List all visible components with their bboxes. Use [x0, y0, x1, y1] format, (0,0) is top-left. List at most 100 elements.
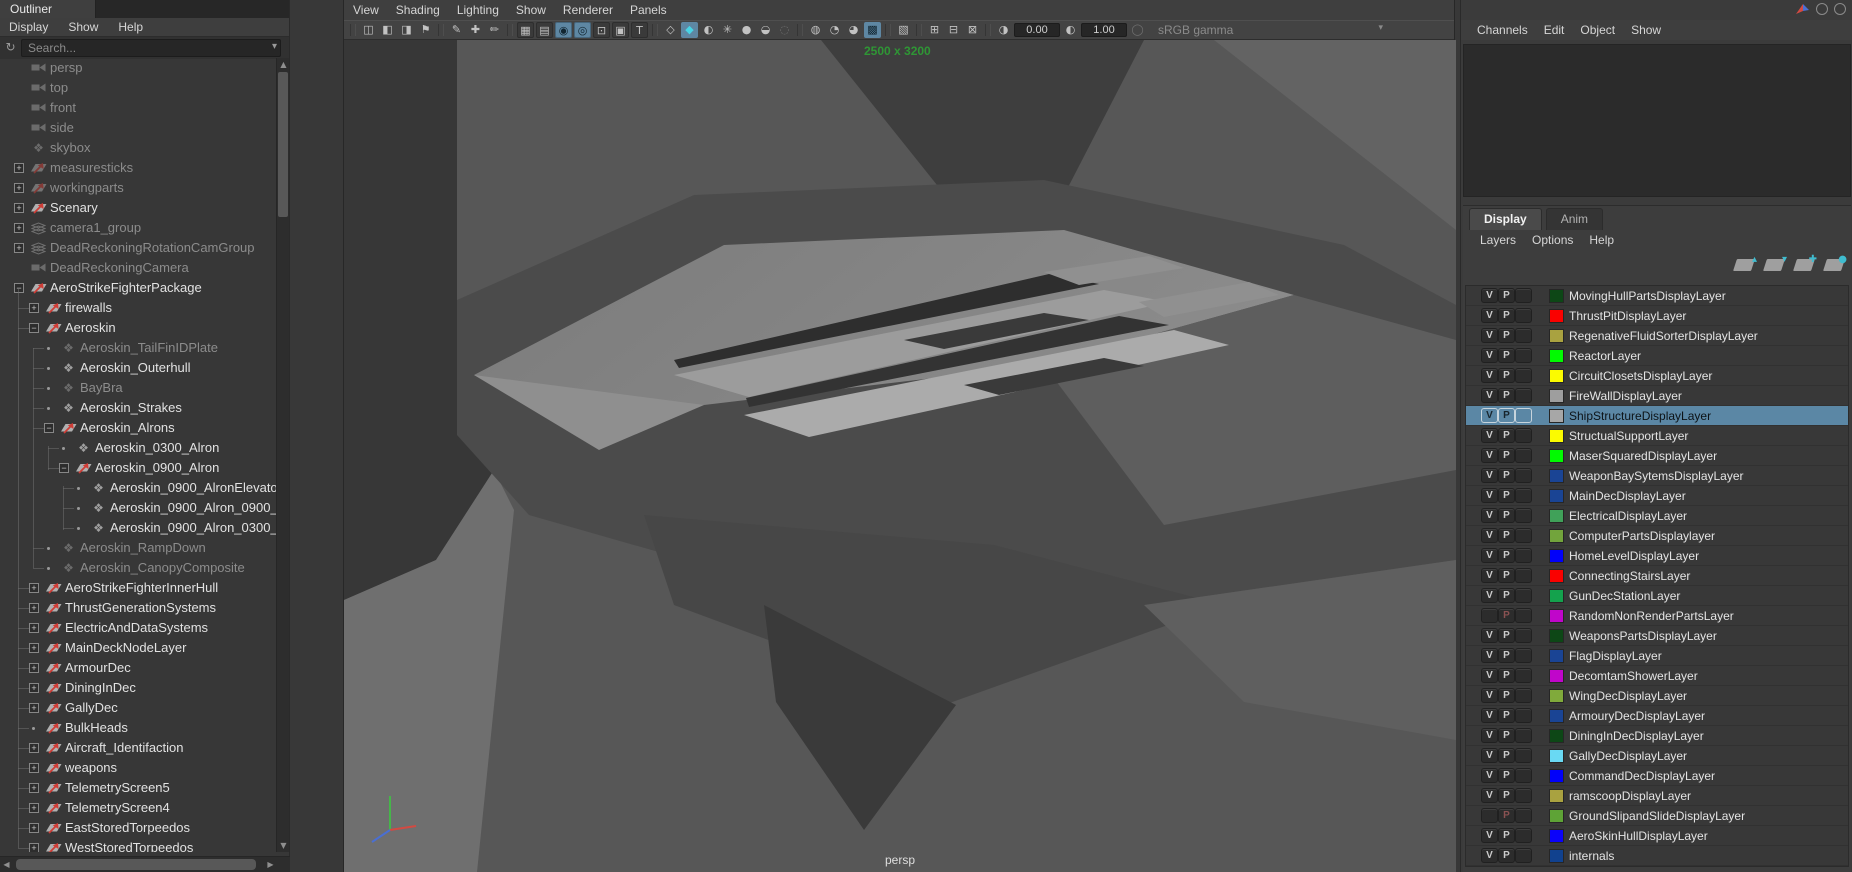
outliner-node-TelemetryScreen4[interactable]: +TelemetryScreen4: [0, 798, 276, 818]
exposure-icon[interactable]: ◑: [995, 22, 1012, 38]
scroll-right-icon[interactable]: ▶: [264, 858, 277, 871]
layers-menu-help[interactable]: Help: [1589, 233, 1614, 247]
layer-visibility-toggle[interactable]: V: [1481, 508, 1498, 523]
outliner-node-Scenary[interactable]: +Scenary: [0, 198, 276, 218]
viewport-menu-renderer[interactable]: Renderer: [563, 3, 613, 17]
layer-row-WingDecDisplayLayer[interactable]: VPWingDecDisplayLayer: [1466, 686, 1848, 706]
outliner-node-side[interactable]: side: [0, 118, 276, 138]
outliner-horizontal-scrollbar[interactable]: ◀ ▶: [0, 856, 290, 872]
layer-row-RegenativeFluidSorterDisplayLayer[interactable]: VPRegenativeFluidSorterDisplayLayer: [1466, 326, 1848, 346]
layer-playback-toggle[interactable]: P: [1498, 588, 1515, 603]
layer-display-type-toggle[interactable]: [1515, 508, 1532, 523]
shadows-icon[interactable]: ●: [738, 22, 755, 38]
outliner-tab[interactable]: Outliner: [0, 0, 96, 18]
layer-color-swatch[interactable]: [1549, 729, 1564, 743]
layer-visibility-toggle[interactable]: V: [1481, 788, 1498, 803]
layer-playback-toggle[interactable]: P: [1498, 648, 1515, 663]
sequence-icon[interactable]: ⊟: [945, 22, 962, 38]
expand-icon[interactable]: +: [29, 303, 39, 313]
layer-color-swatch[interactable]: [1549, 749, 1564, 763]
safe-action-icon[interactable]: ▣: [612, 22, 629, 38]
expand-icon[interactable]: +: [29, 743, 39, 753]
layer-row-StructualSupportLayer[interactable]: VPStructualSupportLayer: [1466, 426, 1848, 446]
layer-playback-toggle[interactable]: P: [1498, 788, 1515, 803]
outliner-node-DiningInDec[interactable]: +DiningInDec: [0, 678, 276, 698]
layer-display-type-toggle[interactable]: [1515, 308, 1532, 323]
xray-joints-icon[interactable]: ◔: [826, 22, 843, 38]
camera-lock-icon[interactable]: ◧: [379, 22, 396, 38]
layer-color-swatch[interactable]: [1549, 589, 1564, 603]
layer-playback-toggle[interactable]: P: [1498, 808, 1515, 823]
layer-color-swatch[interactable]: [1549, 849, 1564, 863]
outliner-menu-help[interactable]: Help: [118, 20, 143, 34]
color-management-off-icon[interactable]: ◯: [1129, 22, 1146, 38]
layer-playback-toggle[interactable]: P: [1498, 708, 1515, 723]
expand-icon[interactable]: +: [29, 803, 39, 813]
channelbox-menu-object[interactable]: Object: [1580, 23, 1615, 37]
exposure-field[interactable]: 0.00: [1014, 23, 1060, 37]
layer-row-GroundSlipandSlideDisplayLayer[interactable]: PGroundSlipandSlideDisplayLayer: [1466, 806, 1848, 826]
outliner-node-GallyDec[interactable]: +GallyDec: [0, 698, 276, 718]
layer-visibility-toggle[interactable]: V: [1481, 288, 1498, 303]
outliner-node-Aeroskin_Strakes[interactable]: ❖Aeroskin_Strakes: [0, 398, 276, 418]
layer-row-AeroSkinHullDisplayLayer[interactable]: VPAeroSkinHullDisplayLayer: [1466, 826, 1848, 846]
layer-playback-toggle[interactable]: P: [1498, 848, 1515, 863]
channel-box[interactable]: .....................................: [1463, 44, 1851, 197]
motion-blur-icon[interactable]: ◌: [776, 22, 793, 38]
layer-row-DecomtamShowerLayer[interactable]: VPDecomtamShowerLayer: [1466, 666, 1848, 686]
channelbox-menu-channels[interactable]: Channels: [1477, 23, 1528, 37]
layer-visibility-toggle[interactable]: V: [1481, 768, 1498, 783]
layer-playback-toggle[interactable]: P: [1498, 688, 1515, 703]
outliner-node-Aeroskin_CanopyComposite[interactable]: ❖Aeroskin_CanopyComposite: [0, 558, 276, 578]
layer-visibility-toggle[interactable]: V: [1481, 368, 1498, 383]
expand-icon[interactable]: +: [14, 183, 24, 193]
layer-visibility-toggle[interactable]: V: [1481, 568, 1498, 583]
outliner-node-Aeroskin_TailFinIDPlate[interactable]: ❖Aeroskin_TailFinIDPlate: [0, 338, 276, 358]
layer-display-type-toggle[interactable]: [1515, 568, 1532, 583]
layer-color-swatch[interactable]: [1549, 369, 1564, 383]
layer-display-type-toggle[interactable]: [1515, 428, 1532, 443]
outliner-menu-show[interactable]: Show: [68, 20, 98, 34]
outliner-node-measuresticks[interactable]: +measuresticks: [0, 158, 276, 178]
gate-mask-icon[interactable]: ◎: [574, 22, 591, 38]
layer-row-ComputerPartsDisplaylayer[interactable]: VPComputerPartsDisplaylayer: [1466, 526, 1848, 546]
move-layer-up-icon[interactable]: ▴: [1735, 259, 1753, 271]
layer-playback-toggle[interactable]: P: [1498, 348, 1515, 363]
layer-playback-toggle[interactable]: P: [1498, 488, 1515, 503]
vertical-scroll-thumb[interactable]: [278, 72, 288, 217]
layer-display-type-toggle[interactable]: [1515, 648, 1532, 663]
layer-visibility-toggle[interactable]: V: [1481, 488, 1498, 503]
outliner-node-ArmourDec[interactable]: +ArmourDec: [0, 658, 276, 678]
textured-icon[interactable]: ◐: [700, 22, 717, 38]
expand-icon[interactable]: +: [29, 603, 39, 613]
xray-icon[interactable]: ◍: [807, 22, 824, 38]
layer-row-GallyDecDisplayLayer[interactable]: VPGallyDecDisplayLayer: [1466, 746, 1848, 766]
layer-display-type-toggle[interactable]: [1515, 608, 1532, 623]
tab-anim[interactable]: Anim: [1546, 208, 1603, 230]
expand-icon[interactable]: +: [14, 163, 24, 173]
channelbox-menu-edit[interactable]: Edit: [1544, 23, 1565, 37]
layer-row-ConnectingStairsLayer[interactable]: VPConnectingStairsLayer: [1466, 566, 1848, 586]
expand-icon[interactable]: +: [29, 683, 39, 693]
layer-color-swatch[interactable]: [1549, 669, 1564, 683]
outliner-node-Aeroskin_0900_Alron[interactable]: −Aeroskin_0900_Alron: [0, 458, 276, 478]
layer-display-type-toggle[interactable]: [1515, 788, 1532, 803]
layer-playback-toggle[interactable]: P: [1498, 448, 1515, 463]
add-layer-from-selected-icon[interactable]: ●: [1825, 259, 1843, 271]
layer-row-WeaponsPartsDisplayLayer[interactable]: VPWeaponsPartsDisplayLayer: [1466, 626, 1848, 646]
layer-color-swatch[interactable]: [1549, 769, 1564, 783]
layer-playback-toggle[interactable]: P: [1498, 508, 1515, 523]
layers-menu-options[interactable]: Options: [1532, 233, 1573, 247]
layer-visibility-toggle[interactable]: V: [1481, 648, 1498, 663]
layer-color-swatch[interactable]: [1549, 609, 1564, 623]
layer-display-type-toggle[interactable]: [1515, 828, 1532, 843]
outliner-node-top[interactable]: top: [0, 78, 276, 98]
layer-row-MaserSquaredDisplayLayer[interactable]: VPMaserSquaredDisplayLayer: [1466, 446, 1848, 466]
layer-playback-toggle[interactable]: P: [1498, 368, 1515, 383]
layer-display-type-toggle[interactable]: [1515, 488, 1532, 503]
scene-render[interactable]: [344, 40, 1456, 872]
collapse-icon[interactable]: −: [44, 423, 54, 433]
layer-display-type-toggle[interactable]: [1515, 528, 1532, 543]
viewport-menu-view[interactable]: View: [353, 3, 379, 17]
expand-icon[interactable]: +: [29, 843, 39, 852]
